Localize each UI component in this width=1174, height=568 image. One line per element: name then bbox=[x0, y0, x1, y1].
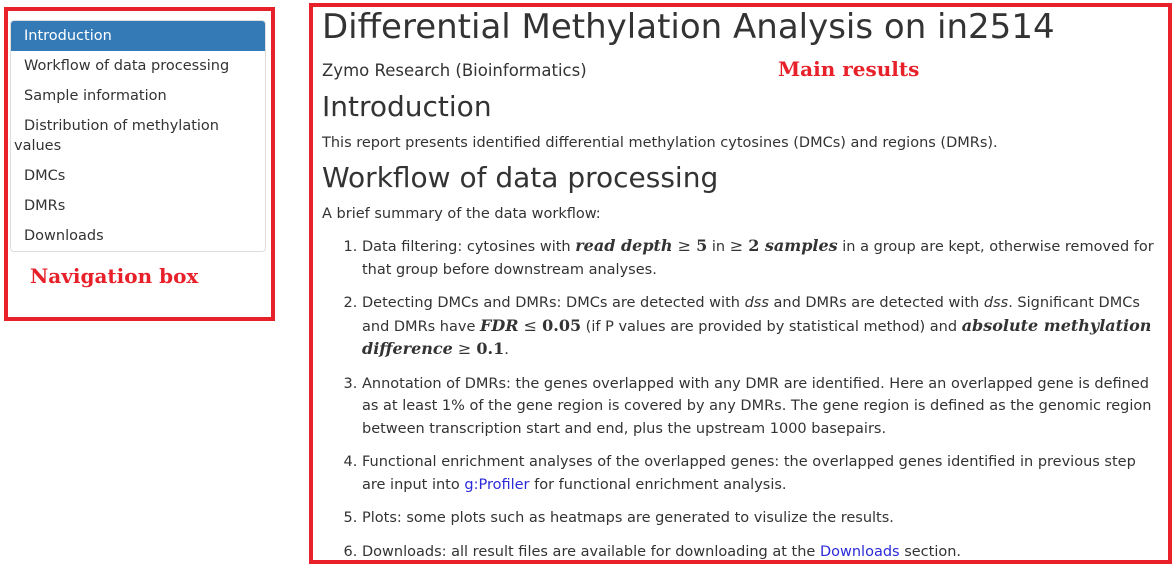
toc-item-introduction[interactable]: Introduction bbox=[11, 21, 265, 51]
toc-item-workflow[interactable]: Workflow of data processing bbox=[11, 51, 265, 81]
math-operator: ≥ bbox=[452, 339, 477, 358]
workflow-step-filtering: Data filtering: cytosines with read dept… bbox=[362, 235, 1162, 281]
step-text: Downloads: all result files are availabl… bbox=[362, 543, 820, 560]
method-name: dss bbox=[983, 295, 1009, 311]
toc-item-dmrs[interactable]: DMRs bbox=[11, 191, 265, 221]
workflow-steps: Data filtering: cytosines with read dept… bbox=[322, 235, 1162, 563]
workflow-step-detecting: Detecting DMCs and DMRs: DMCs are detect… bbox=[362, 292, 1162, 362]
toc-item-dmcs[interactable]: DMCs bbox=[11, 161, 265, 191]
step-text: (if P values are provided by statistical… bbox=[581, 318, 962, 335]
toc-item-downloads[interactable]: Downloads bbox=[11, 221, 265, 251]
gprofiler-link[interactable]: g:Profiler bbox=[464, 477, 529, 493]
math-samples: samples bbox=[759, 236, 838, 255]
downloads-link[interactable]: Downloads bbox=[820, 544, 900, 560]
math-number: 2 bbox=[748, 236, 760, 255]
toc-item-distribution[interactable]: Distribution of methylation values bbox=[11, 111, 265, 161]
math-fdr: FDR bbox=[480, 315, 519, 335]
step-text: Data filtering: cytosines with bbox=[362, 239, 576, 255]
workflow-step-enrichment: Functional enrichment analyses of the ov… bbox=[362, 451, 1162, 496]
workflow-step-downloads: Downloads: all result files are availabl… bbox=[362, 541, 1162, 564]
navigation-box-annotation: Navigation box bbox=[30, 264, 199, 288]
workflow-step-annotation: Annotation of DMRs: the genes overlapped… bbox=[362, 373, 1162, 441]
math-read-depth: read depth bbox=[575, 236, 673, 255]
main-content: Differential Methylation Analysis on in2… bbox=[322, 6, 1162, 563]
page-title: Differential Methylation Analysis on in2… bbox=[322, 7, 1055, 47]
table-of-contents: Introduction Workflow of data processing… bbox=[10, 20, 266, 252]
math-operator: ≤ bbox=[518, 315, 543, 335]
math-operator: ≥ bbox=[672, 236, 697, 255]
introduction-heading: Introduction bbox=[322, 90, 492, 123]
math-number: 0.05 bbox=[542, 315, 582, 335]
workflow-step-plots: Plots: some plots such as heatmaps are g… bbox=[362, 507, 1162, 530]
step-text: Detecting DMCs and DMRs: DMCs are detect… bbox=[362, 295, 745, 311]
workflow-intro: A brief summary of the data workflow: bbox=[322, 206, 601, 222]
step-text: . bbox=[504, 342, 509, 358]
workflow-heading: Workflow of data processing bbox=[322, 161, 719, 194]
step-text: for functional enrichment analysis. bbox=[529, 476, 787, 493]
step-text: section. bbox=[899, 543, 962, 560]
toc-item-sample-information[interactable]: Sample information bbox=[11, 81, 265, 111]
introduction-text: This report presents identified differen… bbox=[322, 135, 998, 151]
math-number: 0.1 bbox=[476, 339, 505, 358]
step-text: in bbox=[707, 239, 730, 255]
math-operator: ≥ bbox=[729, 236, 749, 255]
author-line: Zymo Research (Bioinformatics) bbox=[322, 61, 587, 80]
math-number: 5 bbox=[696, 236, 708, 255]
method-name: dss bbox=[744, 295, 769, 311]
step-text: and DMRs are detected with bbox=[768, 295, 984, 311]
